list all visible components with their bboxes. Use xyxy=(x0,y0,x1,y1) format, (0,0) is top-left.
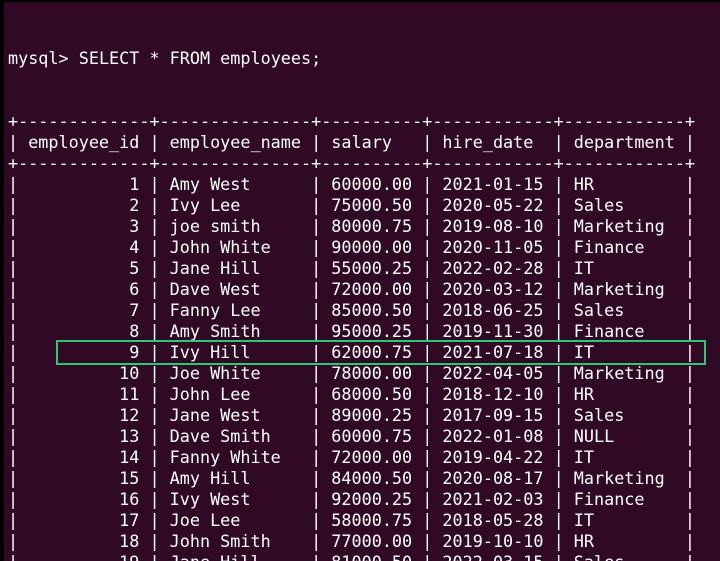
terminal-screen: mysql> SELECT * FROM employees; +-------… xyxy=(8,6,695,561)
window-edge-top xyxy=(0,0,720,2)
terminal-window[interactable]: mysql> SELECT * FROM employees; +-------… xyxy=(0,0,720,561)
mysql-prompt: mysql> xyxy=(8,48,79,68)
query-result-table: +-------------+---------------+---------… xyxy=(8,111,695,561)
sql-command: SELECT * FROM employees; xyxy=(79,48,321,68)
window-edge-left xyxy=(0,0,4,561)
command-line: mysql> SELECT * FROM employees; xyxy=(8,48,695,69)
highlight-box xyxy=(56,340,706,365)
